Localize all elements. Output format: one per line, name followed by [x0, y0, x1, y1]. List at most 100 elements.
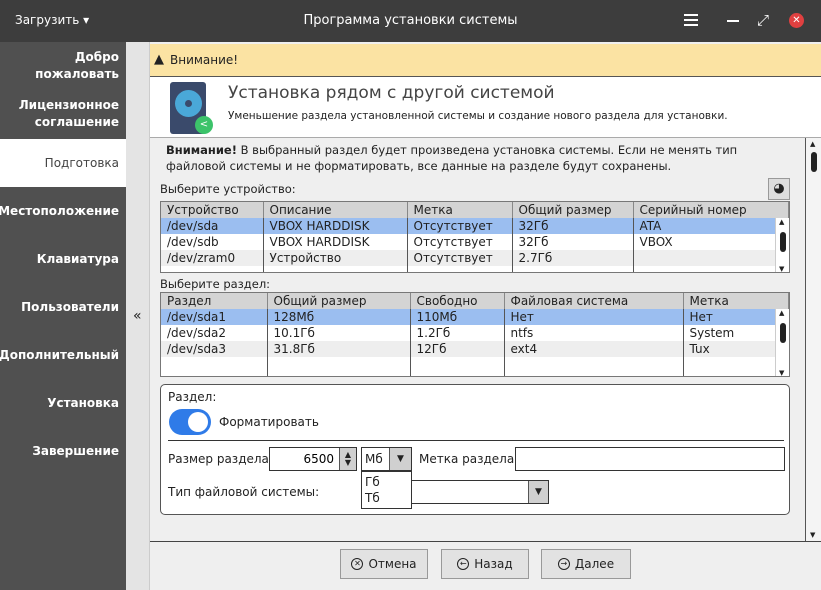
- partition-label-input[interactable]: [515, 447, 785, 471]
- warning-icon: ▲: [154, 52, 164, 67]
- partition-options-group: Раздел: Форматировать Размер раздела: ▲▼…: [160, 384, 790, 515]
- unit-option[interactable]: Гб: [365, 474, 408, 490]
- close-icon[interactable]: ✕: [789, 13, 804, 28]
- sidebar-item-finish[interactable]: Завершение: [0, 427, 126, 475]
- pie-chart-icon: ◕: [773, 181, 785, 196]
- column-header[interactable]: Общий размер: [512, 202, 634, 218]
- column-header[interactable]: Свободно: [410, 293, 505, 309]
- sidebar-item-install[interactable]: Установка: [0, 379, 126, 427]
- sidebar-item-keyboard[interactable]: Клавиатура: [0, 235, 126, 283]
- cell: 12Гб: [410, 341, 505, 357]
- table-row[interactable]: /dev/sda3 31.8Гб 12Гб ext4 Tux: [161, 341, 789, 357]
- arrow-right-icon: →: [557, 558, 570, 570]
- cell: ntfs: [504, 325, 684, 341]
- cell: [633, 250, 789, 266]
- page-subtitle: Уменьшение раздела установленной системы…: [228, 110, 728, 122]
- cell: Нет: [683, 309, 789, 325]
- column-header[interactable]: Описание: [263, 202, 408, 218]
- chevron-down-icon: ▼: [528, 481, 548, 503]
- arrow-left-icon: ←: [457, 558, 470, 570]
- content-scroll-area: Внимание! В выбранный раздел будет произ…: [150, 138, 805, 541]
- cell: 10.1Гб: [267, 325, 411, 341]
- cell: VBOX HARDDISK: [263, 218, 408, 234]
- column-header[interactable]: Раздел: [161, 293, 268, 309]
- chevron-down-icon: ▼: [389, 448, 411, 470]
- unit-value: Мб: [365, 452, 383, 466]
- sidebar-collapse-button[interactable]: «: [126, 42, 150, 590]
- title-bar: Загрузить ▾ Программа установки системы …: [0, 0, 821, 42]
- partition-table[interactable]: Раздел Общий размер Свободно Файловая систе…: [160, 292, 790, 377]
- cell: 1.2Гб: [410, 325, 505, 341]
- cell: 2.7Гб: [512, 250, 634, 266]
- column-header[interactable]: Устройство: [161, 202, 264, 218]
- table-row[interactable]: /dev/sda2 10.1Гб 1.2Гб ntfs System: [161, 325, 789, 341]
- cell: VBOX HARDDISK: [263, 234, 408, 250]
- cell: VBOX: [633, 234, 789, 250]
- cell: Устройство: [263, 250, 408, 266]
- column-header[interactable]: Метка: [683, 293, 789, 309]
- table-row[interactable]: /dev/sda VBOX HARDDISK Отсутствует 32Гб ATA: [161, 218, 789, 234]
- cancel-button[interactable]: ✕ Отмена: [340, 549, 428, 579]
- table-row[interactable]: /dev/sda1 128Мб 110Мб Нет Нет: [161, 309, 789, 325]
- hard-drive-icon: <: [170, 82, 213, 134]
- unit-select[interactable]: Мб ▼: [361, 447, 412, 471]
- minimize-icon[interactable]: [727, 20, 739, 22]
- unit-dropdown-list: Гб Тб: [361, 471, 412, 509]
- cell: Отсутствует: [407, 250, 513, 266]
- content-scrollbar[interactable]: ▲ ▼: [805, 138, 821, 541]
- sidebar-item-additional[interactable]: Дополнительный: [0, 331, 126, 379]
- cell: 128Мб: [267, 309, 411, 325]
- page-header: < Установка рядом с другой системой Умен…: [150, 77, 821, 138]
- format-label: Форматировать: [219, 415, 319, 429]
- cell: 31.8Гб: [267, 341, 411, 357]
- group-title: Раздел:: [168, 390, 217, 404]
- hamburger-menu-icon[interactable]: [684, 14, 698, 26]
- column-header[interactable]: Файловая система: [504, 293, 684, 309]
- partition-label: Выберите раздел:: [160, 277, 271, 291]
- cell: /dev/sda1: [161, 309, 268, 325]
- warning-text: Внимание!: [170, 53, 239, 67]
- unit-option[interactable]: Тб: [365, 490, 408, 506]
- table-row[interactable]: /dev/zram0 Устройство Отсутствует 2.7Гб: [161, 250, 789, 266]
- sidebar-item-preparation[interactable]: Подготовка: [0, 139, 126, 187]
- back-label: Назад: [474, 557, 513, 571]
- cancel-icon: ✕: [351, 558, 364, 570]
- size-label: Размер раздела:: [168, 452, 273, 466]
- table-header: Раздел Общий размер Свободно Файловая систе…: [161, 293, 789, 309]
- sidebar-item-location[interactable]: Местоположение: [0, 187, 126, 235]
- cell: Tux: [683, 341, 789, 357]
- cell: ATA: [633, 218, 789, 234]
- cell: Отсутствует: [407, 218, 513, 234]
- next-label: Далее: [574, 557, 615, 571]
- cell: /dev/zram0: [161, 250, 264, 266]
- sidebar-item-welcome[interactable]: Добро пожаловать: [0, 42, 126, 90]
- cell: Нет: [504, 309, 684, 325]
- cell: /dev/sdb: [161, 234, 264, 250]
- maximize-icon[interactable]: ⤢: [757, 11, 769, 29]
- partition-label-label: Метка раздела:: [419, 452, 519, 466]
- sidebar-item-license[interactable]: Лицензионное соглашение: [0, 90, 126, 138]
- size-spinner[interactable]: ▲ ▼: [339, 448, 356, 470]
- cell: Отсутствует: [407, 234, 513, 250]
- cell: ext4: [504, 341, 684, 357]
- cell: 32Гб: [512, 234, 634, 250]
- column-header[interactable]: Общий размер: [267, 293, 411, 309]
- pie-chart-button[interactable]: ◕: [768, 178, 790, 200]
- cell: /dev/sda3: [161, 341, 268, 357]
- table-header: Устройство Описание Метка Общий размер Серий…: [161, 202, 789, 218]
- page-title: Установка рядом с другой системой: [228, 83, 555, 103]
- collapse-icon: «: [133, 308, 142, 324]
- device-table[interactable]: Устройство Описание Метка Общий размер Серий…: [160, 201, 790, 273]
- next-button[interactable]: → Далее: [541, 549, 631, 579]
- format-toggle[interactable]: [169, 409, 211, 435]
- cancel-label: Отмена: [368, 557, 417, 571]
- column-header[interactable]: Серийный номер: [633, 202, 789, 218]
- table-row[interactable]: /dev/sdb VBOX HARDDISK Отсутствует 32Гб VBOX: [161, 234, 789, 250]
- partition-table-scrollbar[interactable]: ▲ ▼: [775, 309, 789, 376]
- column-header[interactable]: Метка: [407, 202, 513, 218]
- device-table-scrollbar[interactable]: ▲ ▼: [775, 218, 789, 272]
- sidebar-item-users[interactable]: Пользователи: [0, 283, 126, 331]
- cell: /dev/sda2: [161, 325, 268, 341]
- back-button[interactable]: ← Назад: [441, 549, 529, 579]
- footer-divider: [150, 541, 821, 542]
